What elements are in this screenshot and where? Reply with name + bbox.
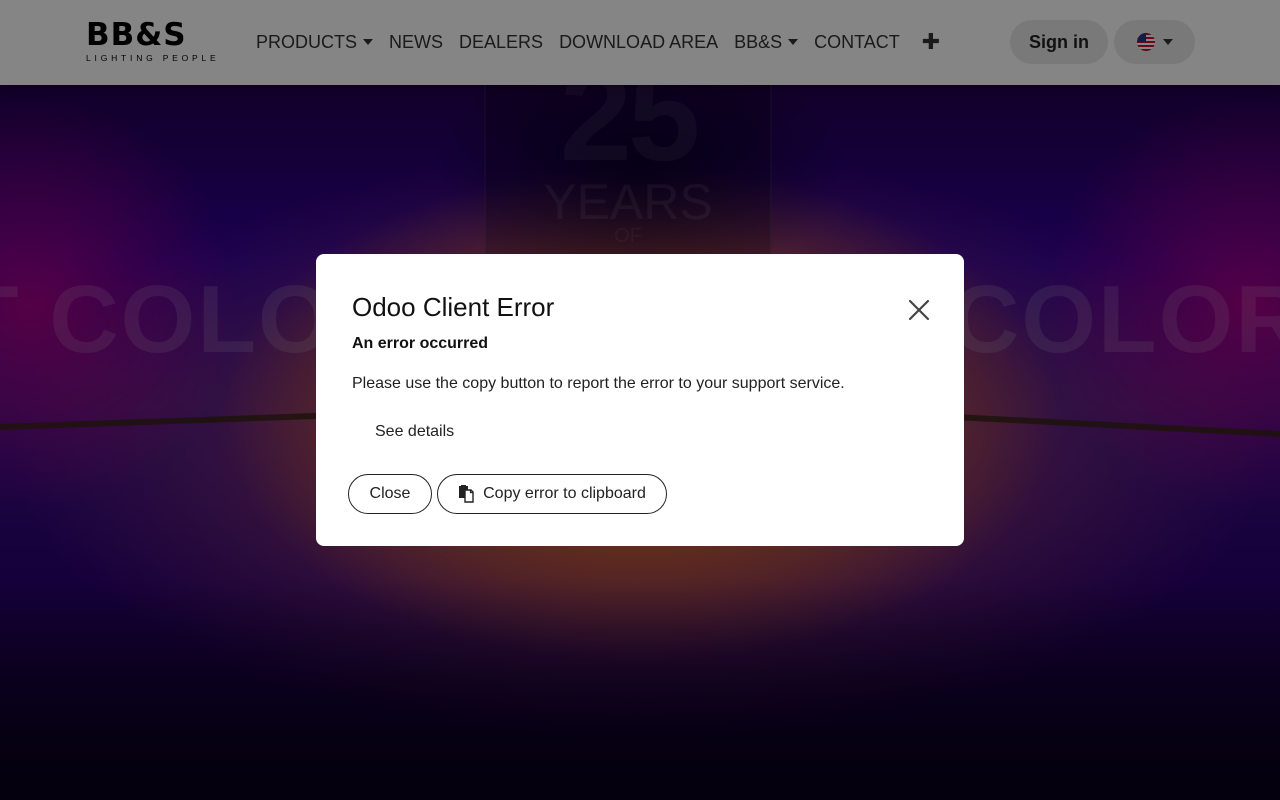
clipboard-icon: [459, 485, 474, 503]
dialog-subtitle: An error occurred: [352, 335, 489, 352]
error-dialog: Odoo Client Error An error occurred Plea…: [316, 254, 964, 546]
copy-error-label: Copy error to clipboard: [483, 485, 646, 502]
see-details-toggle[interactable]: See details: [375, 423, 454, 441]
dialog-title: Odoo Client Error: [352, 292, 555, 322]
dialog-message: Please use the copy button to report the…: [352, 375, 845, 392]
close-button[interactable]: Close: [348, 474, 432, 514]
close-icon[interactable]: [906, 297, 932, 323]
copy-error-button[interactable]: Copy error to clipboard: [437, 474, 667, 514]
